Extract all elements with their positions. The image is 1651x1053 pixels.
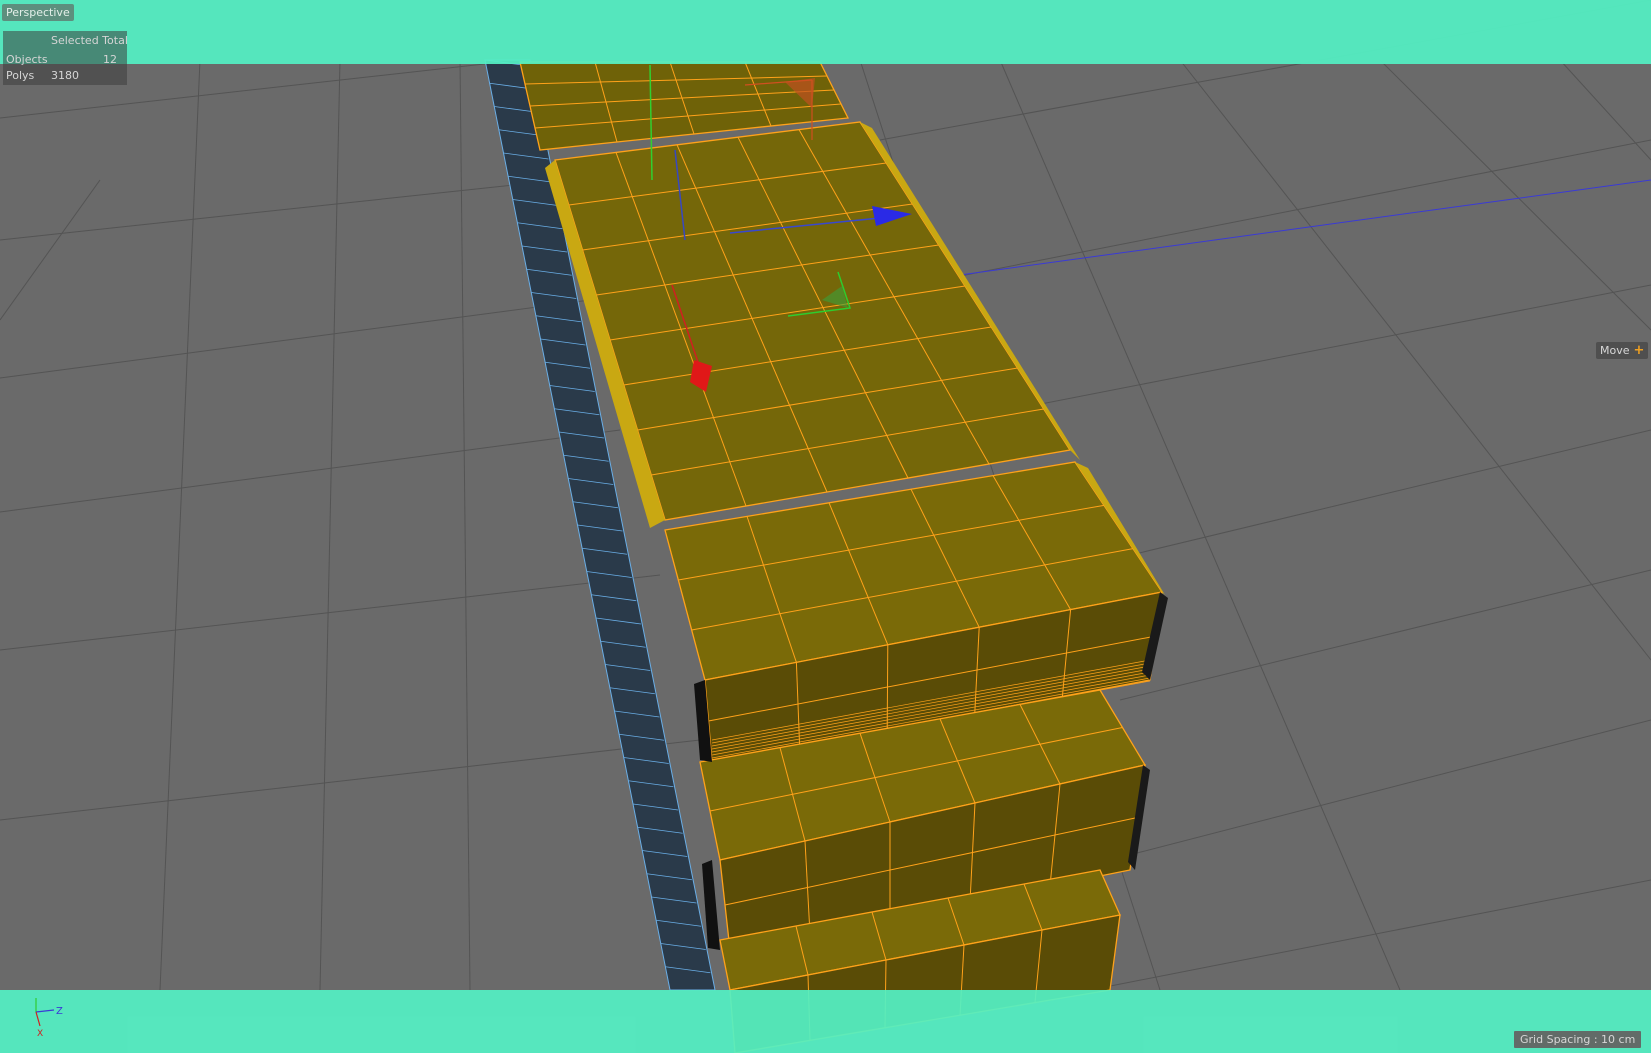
grid-line: [159, 59, 201, 991]
active-tool-badge: Move +: [1596, 342, 1649, 359]
axis-z-label: Z: [56, 1006, 63, 1017]
grid-line: [0, 574, 661, 651]
safe-frame-bottom: [0, 990, 1651, 1053]
grid-line: [1089, 879, 1651, 991]
grid-line: [1179, 59, 1651, 661]
safe-frame-top: [0, 0, 1651, 64]
grid-line: [939, 139, 1651, 281]
grid-line: [319, 59, 341, 991]
scene-canvas[interactable]: [0, 0, 1651, 1053]
axis-x-label: X: [37, 1029, 43, 1039]
grid-line: [1379, 59, 1651, 331]
active-tool-label: Move: [1600, 344, 1630, 357]
grid-line: [0, 429, 621, 513]
grid-line: [0, 179, 561, 241]
z-axis-line: [959, 179, 1651, 276]
grid-spacing-readout: Grid Spacing : 10 cm: [1514, 1031, 1642, 1048]
3d-viewport[interactable]: Perspective Selected Total Objects 12 Po…: [0, 0, 1651, 1053]
hud-stats-panel: Selected Total Objects 12 Polys 3180: [3, 31, 128, 85]
grid-line: [0, 299, 591, 379]
hud-header: Selected Total: [51, 34, 128, 47]
grid-line: [459, 59, 471, 991]
grid-line: [0, 179, 101, 321]
hud-objects-value: 12: [103, 53, 117, 66]
grid-line: [1119, 569, 1651, 701]
selected-objects[interactable]: [484, 59, 1168, 1053]
world-axis-icon: Z X: [35, 998, 63, 1039]
grid-line: [1009, 284, 1651, 411]
grid-line: [0, 739, 701, 821]
move-tool-icon: +: [1633, 343, 1645, 358]
grid-line: [1109, 719, 1651, 861]
camera-label[interactable]: Perspective: [2, 4, 74, 21]
grid-line: [1559, 59, 1651, 161]
hud-polys-label: Polys: [6, 69, 35, 82]
hud-polys-value: 3180: [51, 69, 79, 82]
grid-line: [1109, 429, 1651, 561]
hud-objects-label: Objects: [6, 53, 48, 66]
